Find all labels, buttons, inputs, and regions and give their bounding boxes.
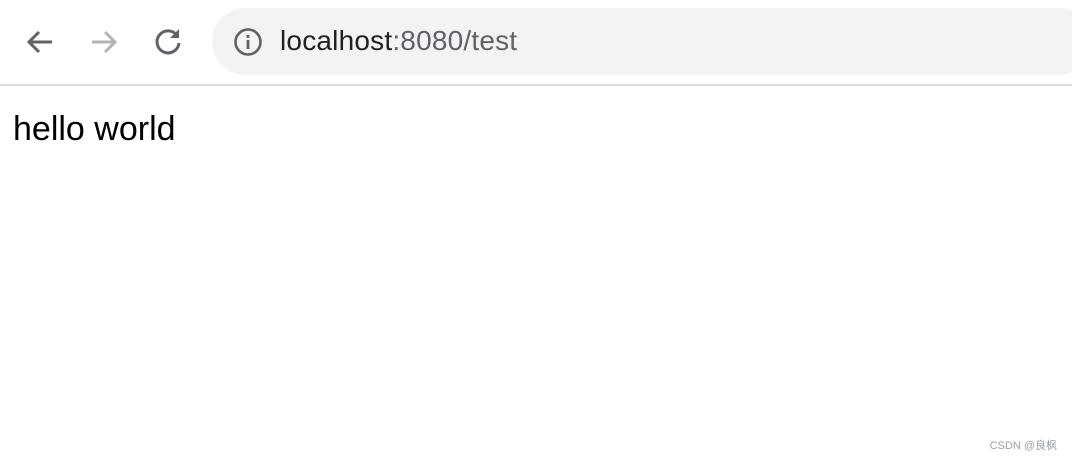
- forward-button[interactable]: [84, 22, 124, 62]
- arrow-right-icon: [92, 30, 118, 54]
- url-host: localhost: [280, 25, 393, 56]
- page-body-text: hello world: [13, 110, 176, 148]
- reload-button[interactable]: [148, 22, 188, 62]
- reload-icon: [155, 29, 181, 55]
- watermark: CSDN @良枫: [989, 440, 1057, 452]
- browser-toolbar: localhost:8080/test: [0, 0, 1072, 86]
- url-text[interactable]: localhost:8080/test: [280, 23, 517, 59]
- address-bar[interactable]: localhost:8080/test: [212, 8, 1072, 75]
- url-path: :8080/test: [392, 25, 518, 56]
- arrow-left-icon: [26, 30, 52, 54]
- info-icon[interactable]: [233, 27, 263, 57]
- back-button[interactable]: [20, 22, 60, 62]
